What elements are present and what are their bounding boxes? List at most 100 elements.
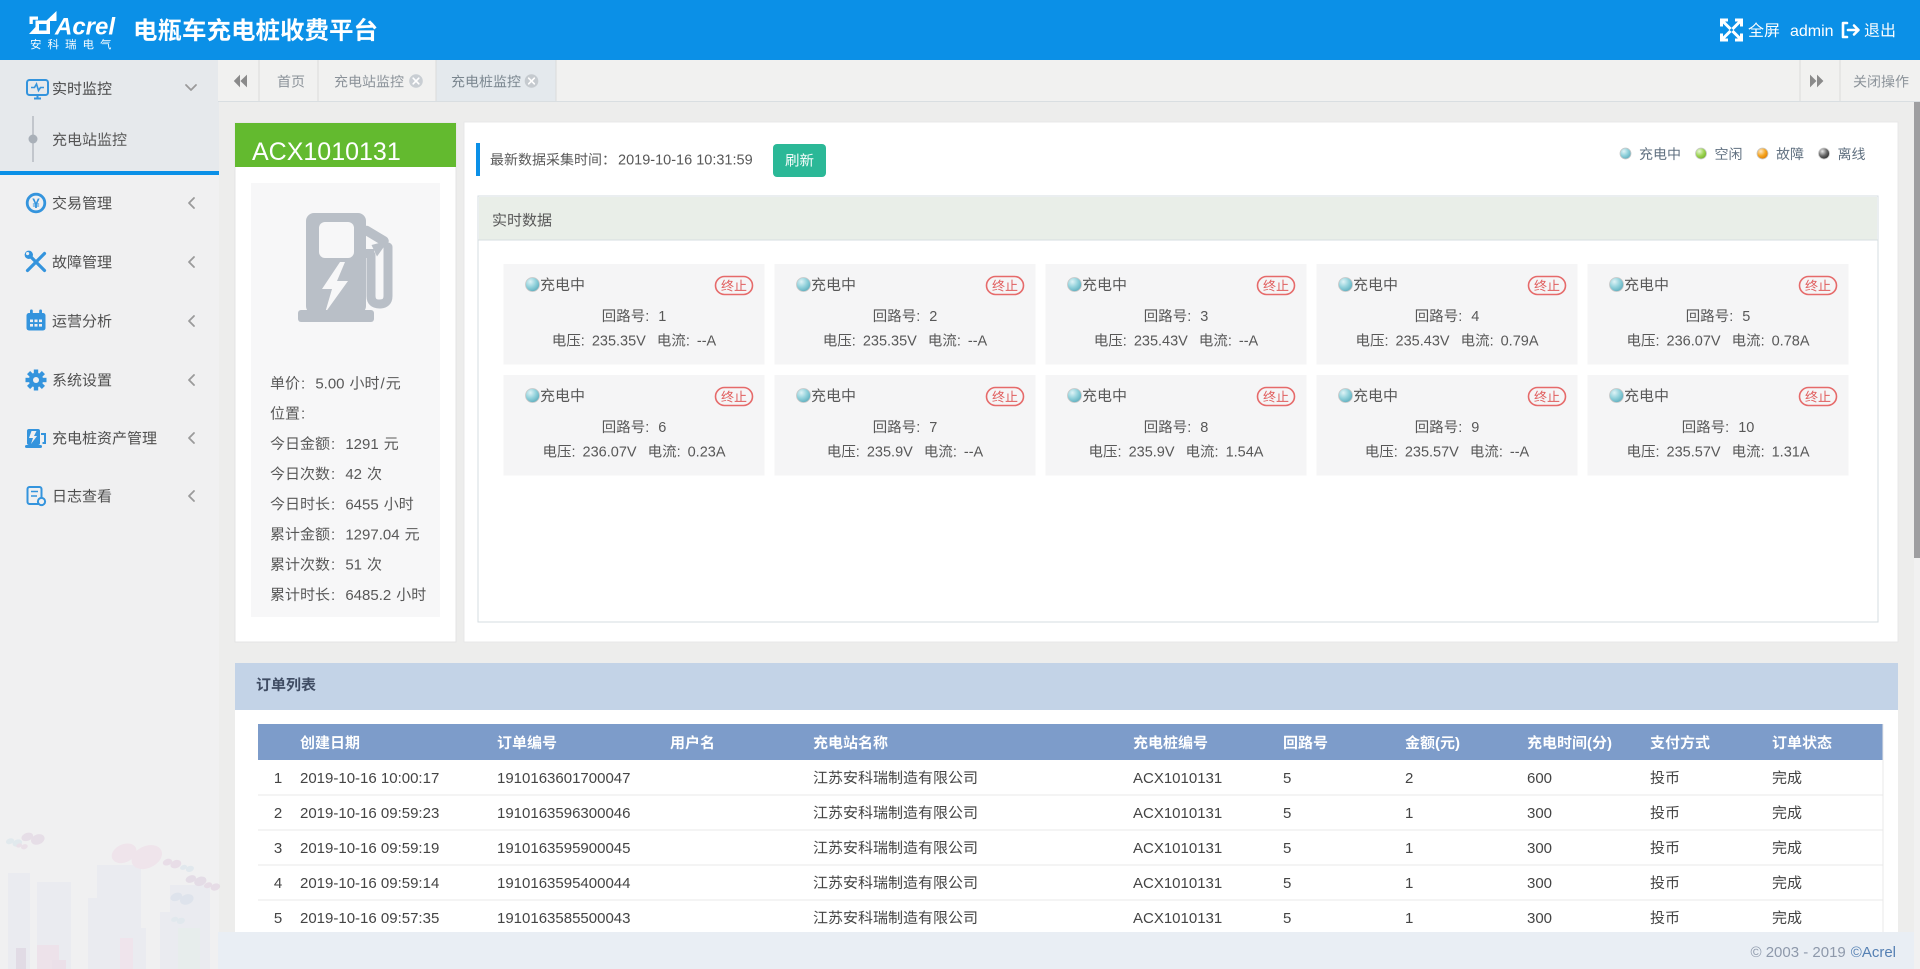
svg-text::: : [856, 445, 860, 461]
svg-text:0.78A: 0.78A [1772, 334, 1810, 350]
svg-text:1297.04: 1297.04 [345, 527, 399, 544]
svg-text:236.07V: 236.07V [583, 445, 637, 461]
svg-text:2019-10-16 09:59:23: 2019-10-16 09:59:23 [300, 805, 439, 822]
svg-text::: : [1394, 445, 1398, 461]
svg-text:2019-10-16 09:59:14: 2019-10-16 09:59:14 [300, 875, 439, 892]
svg-text:235.35V: 235.35V [592, 334, 646, 350]
svg-text:1: 1 [1405, 805, 1413, 822]
svg-text:Acrel: Acrel [54, 14, 116, 41]
svg-text:5.00: 5.00 [315, 376, 344, 393]
svg-text:235.9V: 235.9V [867, 445, 913, 461]
svg-text:0.23A: 0.23A [688, 445, 726, 461]
svg-text::: : [1228, 334, 1232, 350]
svg-text:9: 9 [1471, 420, 1479, 436]
svg-text:1910163595900045: 1910163595900045 [497, 840, 630, 857]
svg-text:51: 51 [345, 557, 362, 574]
svg-text::: : [677, 445, 681, 461]
svg-text:5: 5 [1283, 840, 1291, 857]
svg-text:1.31A: 1.31A [1772, 445, 1810, 461]
svg-text:235.9V: 235.9V [1129, 445, 1175, 461]
svg-text:2019-10-16 10:00:17: 2019-10-16 10:00:17 [300, 770, 439, 787]
svg-text::: : [953, 445, 957, 461]
svg-text:(: ( [1435, 735, 1440, 752]
svg-text::: : [916, 420, 920, 436]
svg-text::: : [916, 309, 920, 325]
svg-text:1: 1 [1405, 910, 1413, 927]
svg-text:ACX1010131: ACX1010131 [252, 138, 401, 166]
svg-text:4: 4 [1471, 309, 1479, 325]
svg-text:1.54A: 1.54A [1226, 445, 1264, 461]
svg-text:235.43V: 235.43V [1134, 334, 1188, 350]
svg-text:1910163596300046: 1910163596300046 [497, 805, 630, 822]
svg-text:300: 300 [1527, 805, 1552, 822]
svg-text:--A: --A [964, 445, 984, 461]
svg-text::: : [571, 445, 575, 461]
svg-text:©Acrel: ©Acrel [1851, 944, 1896, 961]
svg-text::: : [1761, 445, 1765, 461]
svg-text:1910163601700047: 1910163601700047 [497, 770, 630, 787]
svg-text:--A: --A [968, 334, 988, 350]
svg-text::: : [686, 334, 690, 350]
svg-text:42: 42 [345, 466, 362, 483]
svg-text::: : [1187, 420, 1191, 436]
svg-text:2: 2 [929, 309, 937, 325]
svg-text::: : [1655, 445, 1659, 461]
svg-text::: : [957, 334, 961, 350]
svg-text:600: 600 [1527, 770, 1552, 787]
svg-text:admin: admin [1790, 23, 1834, 40]
svg-text:236.07V: 236.07V [1667, 334, 1721, 350]
svg-text:1910163585500043: 1910163585500043 [497, 910, 630, 927]
svg-text:1: 1 [658, 309, 666, 325]
svg-text::: : [645, 309, 649, 325]
svg-text:ACX1010131: ACX1010131 [1133, 910, 1222, 927]
svg-text:2: 2 [1405, 770, 1413, 787]
svg-text:5: 5 [1283, 805, 1291, 822]
svg-text::: : [1729, 309, 1733, 325]
svg-text:300: 300 [1527, 875, 1552, 892]
svg-text:© 2003 - 2019: © 2003 - 2019 [1750, 944, 1845, 961]
svg-text::: : [645, 420, 649, 436]
svg-text:1: 1 [274, 770, 282, 787]
svg-text::: : [331, 496, 335, 513]
svg-text:235.35V: 235.35V [863, 334, 917, 350]
svg-text:4: 4 [274, 875, 282, 892]
svg-text:235.57V: 235.57V [1667, 445, 1721, 461]
svg-text::: : [1187, 309, 1191, 325]
svg-text::: : [1655, 334, 1659, 350]
svg-text:6485.2: 6485.2 [345, 587, 391, 604]
svg-text:ACX1010131: ACX1010131 [1133, 770, 1222, 787]
svg-text:1291: 1291 [345, 436, 378, 453]
svg-text::: : [331, 557, 335, 574]
svg-text:2019-10-16 09:59:19: 2019-10-16 09:59:19 [300, 840, 439, 857]
svg-text:5: 5 [1283, 910, 1291, 927]
svg-text:235.57V: 235.57V [1405, 445, 1459, 461]
svg-text::: : [1458, 309, 1462, 325]
svg-text:ACX1010131: ACX1010131 [1133, 840, 1222, 857]
svg-text:2019-10-16 10:31:59: 2019-10-16 10:31:59 [618, 153, 753, 169]
svg-text::: : [1215, 445, 1219, 461]
svg-text:5: 5 [1283, 770, 1291, 787]
svg-text:¥: ¥ [32, 196, 40, 211]
svg-text::: : [331, 436, 335, 453]
svg-text::: : [331, 527, 335, 544]
svg-text:300: 300 [1527, 910, 1552, 927]
svg-text::: : [331, 466, 335, 483]
svg-text:--A: --A [697, 334, 717, 350]
svg-text::: : [1725, 420, 1729, 436]
svg-text:--A: --A [1510, 445, 1530, 461]
svg-text:0.79A: 0.79A [1501, 334, 1539, 350]
svg-text:1: 1 [1405, 840, 1413, 857]
svg-text:235.43V: 235.43V [1396, 334, 1450, 350]
svg-text:5: 5 [1283, 875, 1291, 892]
svg-text::: : [301, 406, 305, 423]
svg-text:2019-10-16 09:57:35: 2019-10-16 09:57:35 [300, 910, 439, 927]
svg-text::: : [1490, 334, 1494, 350]
svg-text:ACX1010131: ACX1010131 [1133, 875, 1222, 892]
svg-text::: : [581, 334, 585, 350]
svg-text:ACX1010131: ACX1010131 [1133, 805, 1222, 822]
svg-text:6455: 6455 [345, 496, 378, 513]
svg-text:3: 3 [274, 840, 282, 857]
svg-text:7: 7 [929, 420, 937, 436]
svg-text:2: 2 [274, 805, 282, 822]
svg-text::: : [301, 376, 305, 393]
